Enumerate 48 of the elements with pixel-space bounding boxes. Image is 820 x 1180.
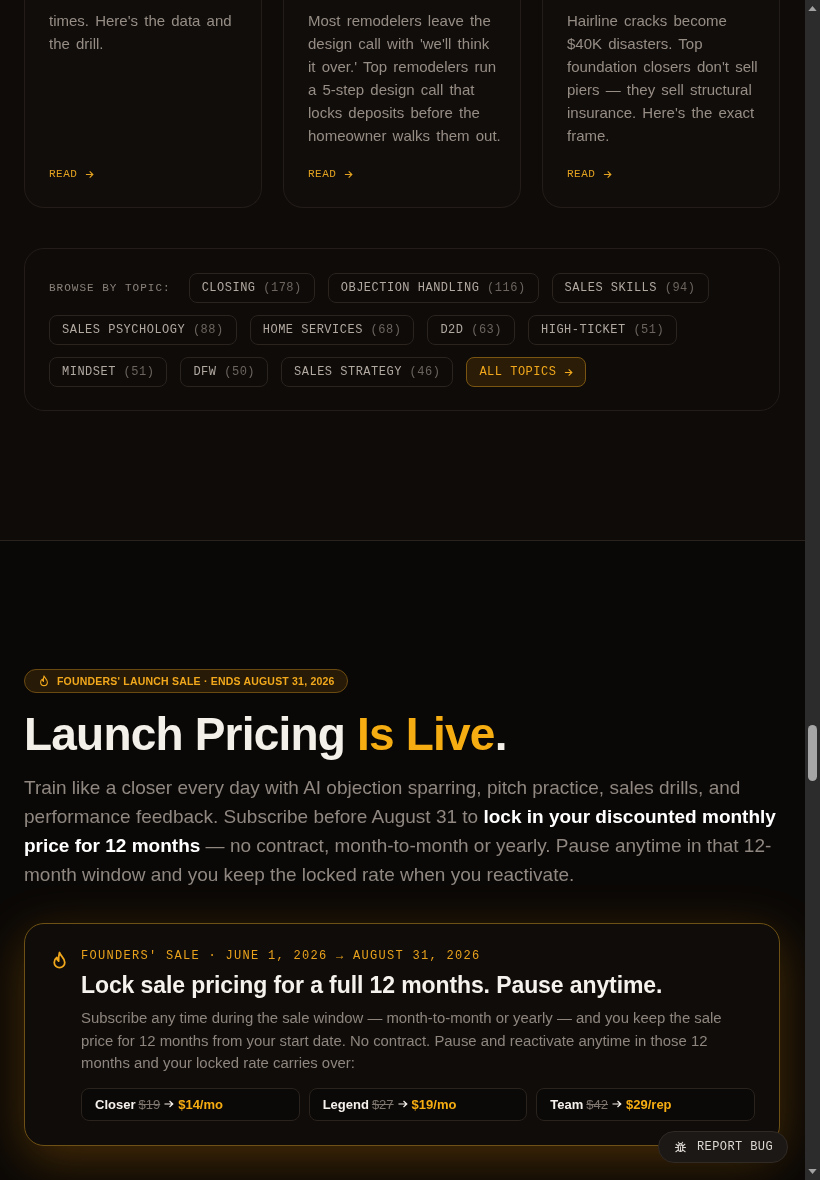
- sale-heading: Lock sale pricing for a full 12 months. Pause anytime.: [81, 971, 664, 999]
- read-link[interactable]: READ: [308, 167, 354, 181]
- article-excerpt: Most remodelers leave the design call with 'we'll think it over.' Top remodelers run a 5-step design call that locks deposits before the homeowner walks them out.: [308, 11, 502, 146]
- scroll-down-icon[interactable]: [808, 1169, 817, 1174]
- topic-chip[interactable]: SALES STRATEGY (46): [281, 357, 454, 387]
- topic-chip[interactable]: CLOSING (178): [188, 273, 315, 303]
- old-price: $27: [371, 1096, 394, 1112]
- page-title: Launch Pricing Is Live.: [24, 709, 508, 759]
- topic-chip[interactable]: MINDSET (51): [49, 357, 168, 387]
- tier-name: Legend: [322, 1096, 369, 1112]
- sale-price: $29/rep: [626, 1096, 672, 1112]
- sale-dates: FOUNDERS' SALE · JUNE 1, 2026 → AUGUST 31, 2026: [81, 948, 482, 964]
- arrow-right-icon: [164, 1100, 175, 1108]
- arrow-right-icon: [397, 1100, 408, 1108]
- all-topics-button[interactable]: ALL TOPICS: [466, 357, 587, 387]
- report-bug-button[interactable]: REPORT BUG: [658, 1131, 788, 1163]
- article-excerpt: Hairline cracks become $40K disasters. Top foundation closers don't sell piers — they sell structural insurance. Here's the exact frame.: [567, 11, 759, 146]
- topic-chip[interactable]: DFW (50): [180, 357, 269, 387]
- arrow-right-icon: [344, 169, 354, 179]
- sale-price: $14/mo: [178, 1096, 223, 1112]
- sale-description: Subscribe any time during the sale window — month-to-month or yearly — and you keep the sale price for 12 months from your start date. No contract. Pause and reactivate anytime in those 12 months and your locked rate carries over:: [81, 1009, 723, 1073]
- topic-chip[interactable]: D2D (63): [427, 315, 515, 345]
- read-link[interactable]: READ: [49, 167, 95, 181]
- sale-badge-text: FOUNDERS' LAUNCH SALE · ENDS AUGUST 31, 2026: [57, 675, 335, 687]
- article-excerpt: times. Here's the data and the drill.: [49, 11, 233, 54]
- topic-chip[interactable]: SALES PSYCHOLOGY (88): [49, 315, 237, 345]
- topic-chip[interactable]: HIGH-TICKET (51): [528, 315, 678, 345]
- scroll-up-icon[interactable]: [808, 6, 817, 11]
- topic-chip[interactable]: OBJECTION HANDLING (116): [327, 273, 539, 303]
- tier-name: Team: [550, 1096, 584, 1112]
- flame-icon: [52, 951, 67, 970]
- scrollbar-thumb[interactable]: [808, 725, 817, 781]
- flame-icon: [39, 675, 49, 687]
- arrow-right-icon: [603, 169, 613, 179]
- bug-icon: [674, 1140, 687, 1154]
- arrow-right-icon: [564, 367, 574, 377]
- scrollbar[interactable]: [805, 0, 820, 1180]
- old-price: $19: [138, 1096, 161, 1112]
- tier-name: Closer: [95, 1096, 136, 1112]
- browse-by-topic-label: BROWSE BY TOPIC:: [49, 282, 171, 294]
- topic-chip[interactable]: SALES SKILLS (94): [551, 273, 709, 303]
- read-link[interactable]: READ: [567, 167, 613, 181]
- sale-price: $19/mo: [411, 1096, 457, 1112]
- intro-paragraph: Train like a closer every day with AI objection sparring, pitch practice, sales drills, and performance feedback. Subscribe before August 31 to lock in your discounted monthly price for 12 months — no contract, month-to-month or yearly. Pause anytime in that 12-month window and you keep the locked rate when you reactivate.: [24, 776, 777, 887]
- arrow-right-icon: [85, 169, 95, 179]
- arrow-right-icon: [612, 1100, 623, 1108]
- old-price: $42: [586, 1096, 609, 1112]
- topic-chip[interactable]: HOME SERVICES (68): [249, 315, 415, 345]
